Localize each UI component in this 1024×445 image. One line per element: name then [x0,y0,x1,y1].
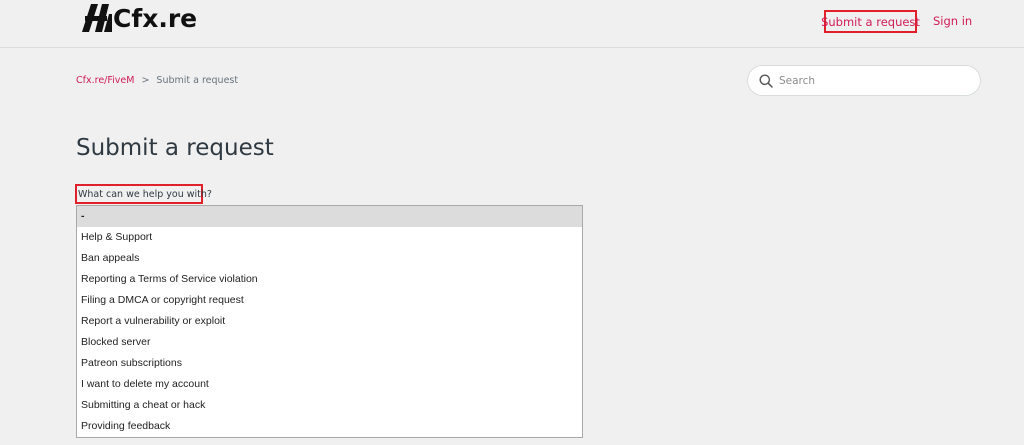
dropdown-option-selected[interactable]: - [77,206,582,227]
search-box[interactable] [747,65,981,96]
dropdown-option[interactable]: Help & Support [77,227,582,248]
submit-request-link[interactable]: Submit a request [821,10,920,33]
dropdown-option[interactable]: Blocked server [77,332,582,353]
search-input[interactable] [779,72,969,89]
breadcrumb-item-current: Submit a request [156,75,239,86]
site-header: Cfx.re Submit a request Sign in [0,0,1024,48]
cfx-logo-icon [82,4,112,32]
dropdown-option[interactable]: Ban appeals [77,248,582,269]
request-type-label: What can we help you with? [75,184,212,204]
request-type-dropdown-list[interactable]: - Help & Support Ban appeals Reporting a… [76,205,583,438]
dropdown-option[interactable]: I want to delete my account [77,374,582,395]
breadcrumb-separator: > [141,75,150,86]
dropdown-option[interactable]: Filing a DMCA or copyright request [77,290,582,311]
dropdown-option[interactable]: Report a vulnerability or exploit [77,311,582,332]
breadcrumb-item-home[interactable]: Cfx.re/FiveM [76,75,134,86]
cfx-logo[interactable]: Cfx.re [82,2,197,34]
logo-text: Cfx.re [113,3,198,33]
breadcrumb: Cfx.re/FiveM > Submit a request [76,75,238,86]
search-icon [759,74,773,88]
dropdown-option[interactable]: Providing feedback [77,416,582,437]
dropdown-option[interactable]: Submitting a cheat or hack [77,395,582,416]
dropdown-option[interactable]: Reporting a Terms of Service violation [77,269,582,290]
dropdown-option[interactable]: Patreon subscriptions [77,353,582,374]
page-title: Submit a request [76,135,274,161]
sign-in-link[interactable]: Sign in [933,14,972,28]
